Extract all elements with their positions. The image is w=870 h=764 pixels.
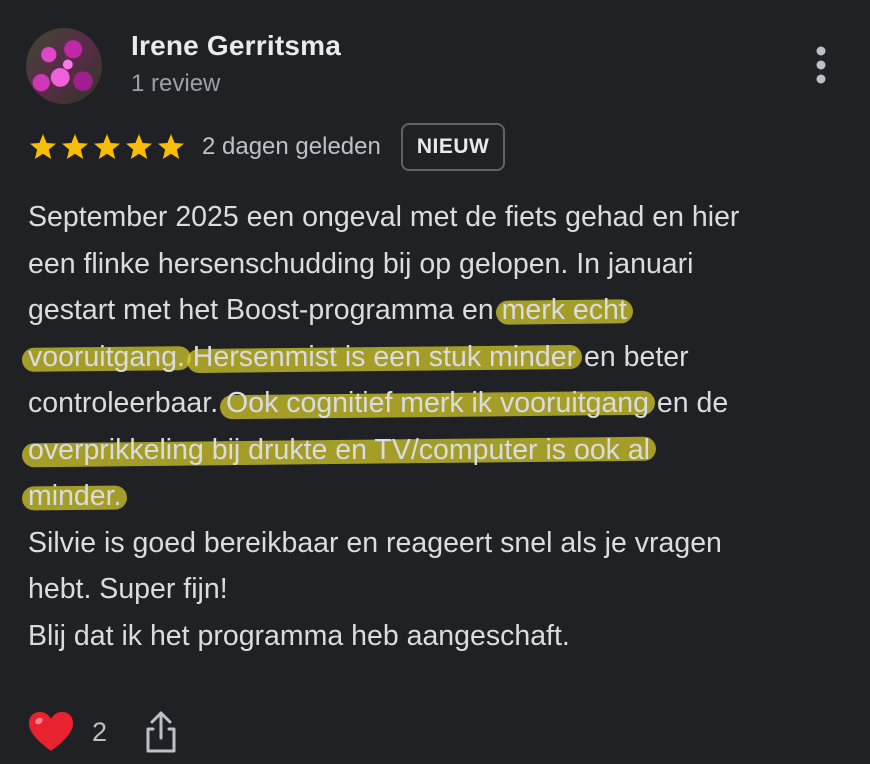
highlighted-text: Hersenmist is een stuk minder — [192, 340, 577, 373]
review-line: September 2025 een ongeval met de fiets … — [28, 194, 858, 241]
star-icon — [30, 134, 56, 159]
reviewer-review-count: 1 review — [131, 70, 221, 97]
star-icon — [94, 134, 120, 159]
highlighted-text: vooruitgang. — [28, 340, 185, 373]
highlighted-text: Ook cognitief merk ik vooruitgang — [226, 387, 649, 419]
review-text-segment: gestart met het Boost-programma en — [28, 294, 502, 326]
review-line: Silvie is goed bereikbaar en reageert sn… — [28, 520, 858, 567]
more-options-button[interactable] — [806, 40, 836, 90]
more-vert-icon — [816, 46, 826, 84]
review-line: hebt. Super fijn! — [28, 566, 858, 613]
share-button[interactable] — [143, 710, 179, 754]
review-text-segment: September 2025 een ongeval met de fiets … — [28, 201, 740, 233]
review-line: controleerbaar. Ook cognitief merk ik vo… — [28, 380, 858, 427]
review-line: gestart met het Boost-programma en merk … — [28, 287, 858, 334]
review-text-segment: en beter — [576, 340, 689, 373]
highlighted-text: minder. — [28, 480, 122, 512]
review-line: Blij dat ik het programma heb aangeschaf… — [28, 613, 858, 660]
heart-icon — [29, 712, 73, 751]
share-icon — [146, 711, 176, 753]
new-badge: NIEUW — [400, 123, 506, 171]
reviewer-name[interactable]: Irene Gerritsma — [131, 30, 341, 62]
star-icon — [158, 134, 184, 159]
review-line: een flinke hersenschudding bij op gelope… — [28, 241, 858, 288]
rating-row: 2 dagen geleden NIEUW — [28, 122, 506, 172]
avatar[interactable] — [26, 28, 102, 104]
star-icon — [62, 134, 88, 159]
review-line: overprikkeling bij drukte en TV/computer… — [28, 427, 858, 474]
review-text-segment: hebt. Super fijn! — [28, 573, 228, 605]
review-text-segment: Blij dat ik het programma heb aangeschaf… — [28, 619, 570, 652]
review-text: September 2025 een ongeval met de fiets … — [28, 194, 858, 659]
review-line: minder. — [28, 473, 858, 520]
star-rating — [28, 132, 186, 162]
review-actions: 2 — [28, 708, 179, 756]
review-line: vooruitgang. Hersenmist is een stuk mind… — [28, 334, 858, 381]
review-text-segment: Silvie is goed bereikbaar en reageert sn… — [28, 526, 722, 559]
review-text-segment: en de — [649, 387, 729, 419]
review-text-segment: controleerbaar. — [28, 387, 227, 419]
star-icon — [126, 134, 152, 159]
review-text-segment: een flinke hersenschudding bij op gelope… — [28, 247, 694, 280]
highlighted-text: merk echt — [501, 294, 627, 326]
highlighted-text: overprikkeling bij drukte en TV/computer… — [28, 433, 651, 466]
review-date: 2 dagen geleden — [202, 133, 381, 160]
like-button[interactable]: 2 — [28, 711, 107, 753]
like-count: 2 — [92, 716, 108, 747]
